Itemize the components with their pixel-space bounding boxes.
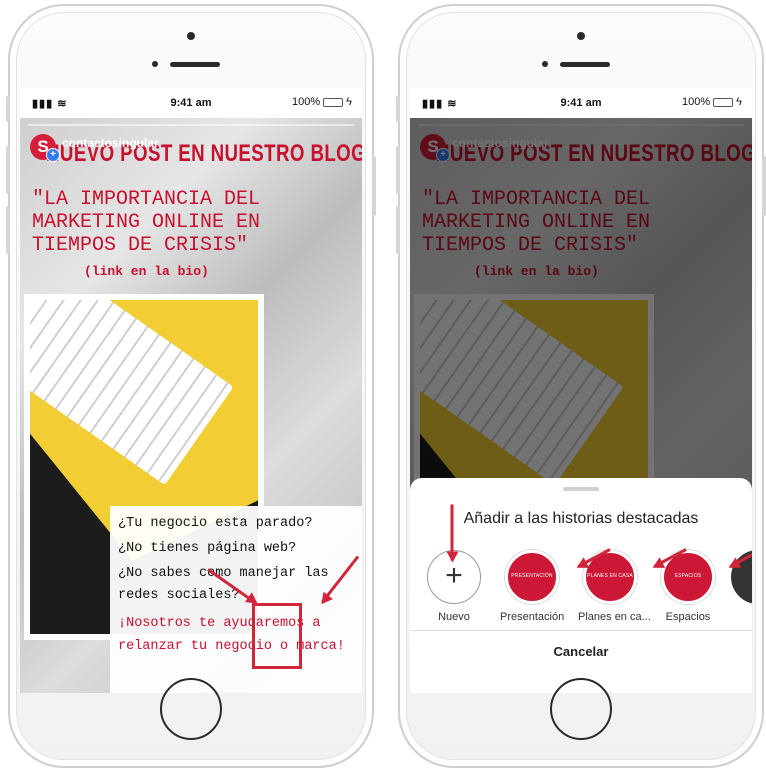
- highlight-label: Presentación: [500, 611, 565, 623]
- story-progress-bar: [28, 124, 354, 126]
- power-button: [372, 156, 376, 216]
- highlight-cover[interactable]: PRESENTACIÓN: [505, 550, 559, 604]
- battery-icon: [713, 97, 734, 107]
- sheet-grabber[interactable]: [563, 487, 599, 491]
- highlights-sheet: Añadir a las historias destacadas + Nuev…: [410, 478, 752, 693]
- cover-text: PLANES EN CASA: [587, 573, 633, 579]
- highlight-button-callout[interactable]: [252, 603, 302, 669]
- keyboard-image: [30, 300, 234, 486]
- home-button[interactable]: [550, 678, 612, 740]
- subhead-line: "LA IMPORTANCIA DEL: [32, 188, 261, 211]
- status-bar: ▮▮▮ ≋ 9:41 am 100% ϟ: [20, 88, 362, 118]
- right-phone-frame: ▮▮▮ ≋ 9:41 am 100% ϟ NUEVO POST EN NUEST…: [396, 4, 766, 768]
- highlight-presentacion[interactable]: PRESENTACIÓN Presentación: [500, 550, 564, 623]
- right-screen: ▮▮▮ ≋ 9:41 am 100% ϟ NUEVO POST EN NUEST…: [410, 88, 752, 693]
- mute-switch: [396, 96, 400, 122]
- proximity-sensor: [542, 61, 548, 67]
- avatar[interactable]: S +: [30, 134, 60, 162]
- status-bar: ▮▮▮ ≋ 9:41 am 100% ϟ: [410, 88, 752, 118]
- card-question: redes sociales?: [118, 588, 240, 603]
- cover-text: PRESENTACIÓN: [511, 573, 553, 579]
- subhead-line: TIEMPOS DE CRISIS": [32, 234, 249, 257]
- card-question: ¿No tienes página web?: [118, 541, 297, 556]
- sheet-divider: [410, 630, 752, 631]
- highlights-row: + Nuevo PRESENTACIÓN Presentación PLANES…: [410, 544, 752, 624]
- left-phone-frame: ▮▮▮ ≋ 9:41 am 100% ϟ NUEVO POST EN NUEST…: [6, 4, 376, 768]
- story-link-text: (link en la bio): [84, 264, 209, 279]
- story-subhead: "LA IMPORTANCIA DEL MARKETING ONLINE EN …: [32, 188, 260, 257]
- battery-indicator: 100% ϟ: [682, 96, 742, 108]
- volume-down-button: [6, 206, 10, 254]
- cover-text: ESPACIOS: [674, 573, 702, 579]
- subhead-line: MARKETING ONLINE EN: [32, 211, 261, 234]
- annotation-arrow: [450, 504, 454, 561]
- highlight-label: Espacios: [665, 611, 711, 623]
- battery-indicator: 100% ϟ: [292, 96, 352, 108]
- battery-percent: 100%: [682, 96, 711, 108]
- home-button[interactable]: [160, 678, 222, 740]
- story-username[interactable]: contactosingular: [62, 136, 159, 150]
- volume-up-button: [396, 146, 400, 194]
- highlight-label: Planes en ca...: [578, 611, 651, 623]
- card-question: ¿Tu negocio esta parado?: [118, 516, 313, 531]
- power-button: [762, 156, 766, 216]
- volume-down-button: [396, 206, 400, 254]
- highlight-label: A: [726, 611, 752, 623]
- charging-icon: ϟ: [346, 96, 352, 108]
- earpiece-speaker: [560, 62, 610, 67]
- battery-icon: [323, 97, 344, 107]
- story-view[interactable]: NUEVO POST EN NUESTRO BLOG S + contactos…: [20, 118, 362, 693]
- left-screen: ▮▮▮ ≋ 9:41 am 100% ϟ NUEVO POST EN NUEST…: [20, 88, 362, 693]
- front-camera: [577, 32, 585, 40]
- mute-switch: [6, 96, 10, 122]
- sheet-title: Añadir a las historias destacadas: [463, 510, 699, 527]
- cancel-button[interactable]: Cancelar: [410, 644, 752, 659]
- volume-up-button: [6, 146, 10, 194]
- charging-icon: ϟ: [736, 96, 742, 108]
- card-answer: relanzar tu negocio o marca!: [118, 639, 345, 654]
- earpiece-speaker: [170, 62, 220, 67]
- highlight-label: Nuevo: [438, 611, 470, 623]
- proximity-sensor: [152, 61, 158, 67]
- battery-percent: 100%: [292, 96, 321, 108]
- front-camera: [187, 32, 195, 40]
- add-story-icon: +: [46, 148, 60, 162]
